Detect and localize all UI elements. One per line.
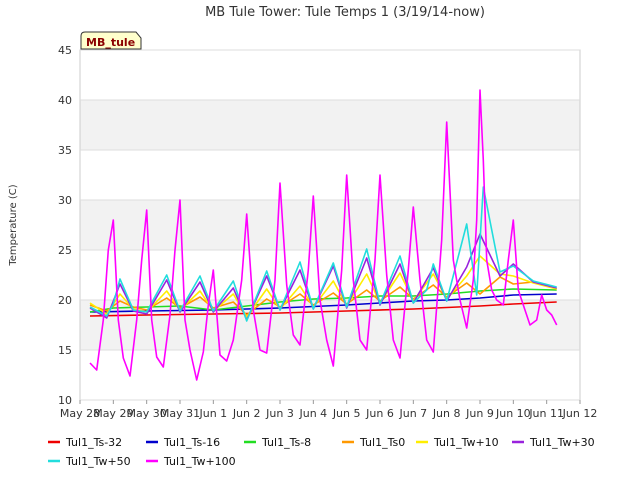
y-tick-label: 10: [58, 394, 72, 407]
chart-title: MB Tule Tower: Tule Temps 1 (3/19/14-now…: [205, 5, 485, 20]
legend-label: Tul1_Tw+10: [433, 436, 499, 449]
legend-item: Tul1_Tw+30: [512, 436, 595, 449]
x-tick-label: Jun 5: [332, 407, 361, 420]
legend-label: Tul1_Ts0: [359, 436, 405, 449]
station-badge-label: MB_tule: [86, 36, 135, 49]
y-tick-label: 45: [58, 44, 72, 57]
x-tick-label: Jun 7: [398, 407, 427, 420]
plot-band: [80, 100, 580, 150]
y-tick-label: 15: [58, 344, 72, 357]
legend-item: Tul1_Ts-32: [48, 436, 122, 449]
y-tick-label: 35: [58, 144, 72, 157]
x-tick-label: Jun 10: [495, 407, 531, 420]
x-tick-label: Jun 9: [465, 407, 494, 420]
legend-item: Tul1_Ts-16: [146, 436, 220, 449]
legend-item: Tul1_Tw+100: [146, 455, 236, 468]
station-badge[interactable]: MB_tule: [80, 31, 142, 50]
legend-label: Tul1_Tw+50: [65, 455, 131, 468]
plot-band: [80, 50, 580, 100]
x-tick-labels: May 28May 29May 30May 31 Jun 1 Jun 2 Jun 3J…: [60, 400, 597, 420]
legend-label: Tul1_Ts-8: [261, 436, 311, 449]
legend: Tul1_Ts-32 Tul1_Ts-16 Tul1_Ts-8 Tul1_Ts0 Tul…: [48, 436, 595, 468]
x-tick-label: Jun 3: [265, 407, 294, 420]
x-tick-label: Jun 8: [432, 407, 461, 420]
y-tick-label: 20: [58, 294, 72, 307]
legend-item: Tul1_Tw+10: [416, 436, 499, 449]
legend-item: Tul1_Ts0: [342, 436, 405, 449]
x-tick-label: Jun 6: [365, 407, 394, 420]
plot-band: [80, 200, 580, 250]
x-tick-label: May 31: [160, 407, 200, 420]
legend-item: Tul1_Ts-8: [244, 436, 311, 449]
y-tick-labels: 10 15 20 25 30 35 40 45: [58, 44, 72, 407]
legend-item: Tul1_Tw+50: [48, 455, 131, 468]
legend-label: Tul1_Tw+100: [163, 455, 236, 468]
x-tick-label: Jun 1: [198, 407, 227, 420]
temperature-chart: MB Tule Tower: Tule Temps 1 (3/19/14-now…: [8, 5, 597, 468]
y-axis-label: Temperature (C): [8, 184, 19, 266]
x-tick-label: Jun 11: [528, 407, 564, 420]
y-tick-label: 30: [58, 194, 72, 207]
y-tick-label: 40: [58, 94, 72, 107]
legend-label: Tul1_Tw+30: [529, 436, 595, 449]
y-tick-label: 25: [58, 244, 72, 257]
x-tick-label: Jun 12: [562, 407, 598, 420]
legend-label: Tul1_Ts-16: [163, 436, 220, 449]
x-tick-label: Jun 4: [298, 407, 327, 420]
legend-label: Tul1_Ts-32: [65, 436, 122, 449]
x-tick-label: Jun 2: [232, 407, 261, 420]
plot-band: [80, 150, 580, 200]
plot-band: [80, 350, 580, 400]
